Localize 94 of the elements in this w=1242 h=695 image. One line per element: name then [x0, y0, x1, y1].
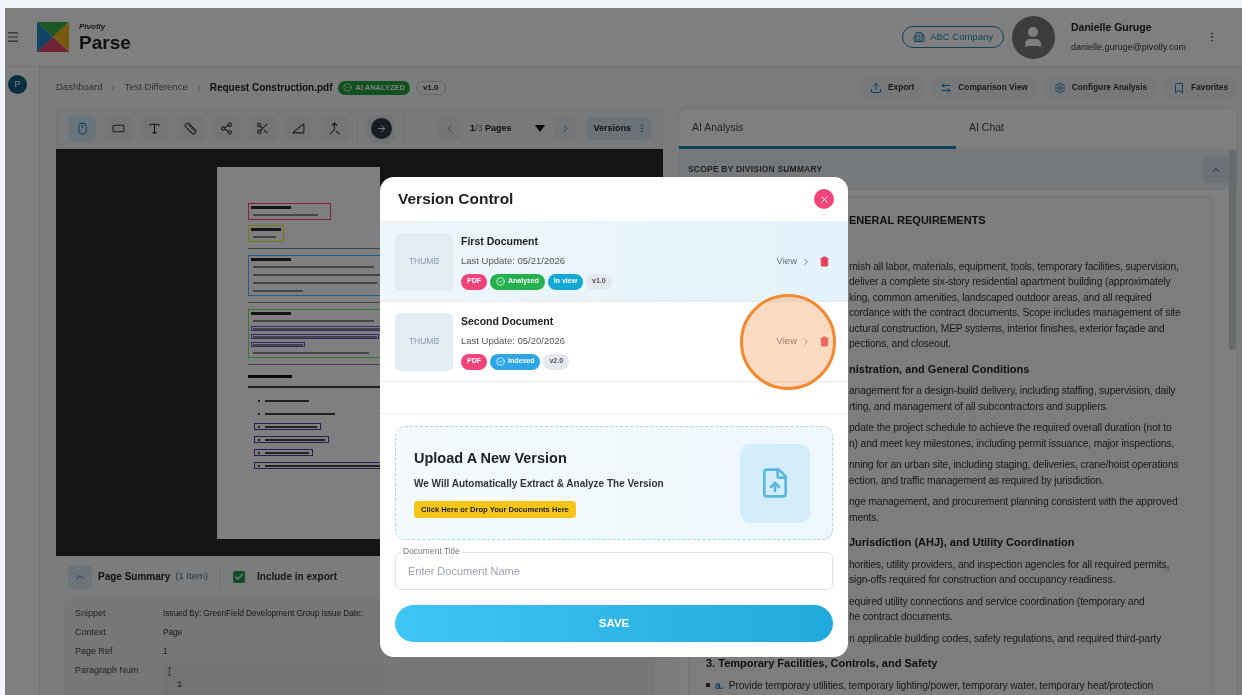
item-count: (1 Item) — [175, 569, 208, 584]
row-value: Page — [163, 626, 183, 639]
chevron-right-icon — [801, 256, 811, 267]
row-label: Snippet — [75, 607, 107, 620]
paragraph-text: anagement for a design-build delivery, including staffing, supervision, daily rting, and management of all subcontractors and suppliers. — [849, 384, 1176, 414]
view-link[interactable]: View — [776, 334, 811, 349]
tool-button[interactable] — [177, 115, 204, 142]
paragraph-text: nge management, and procurement planning consistent with the approved ments. — [849, 495, 1178, 525]
tool-button[interactable] — [249, 115, 276, 142]
dropdown-caret-icon[interactable] — [534, 125, 545, 132]
rectangle-icon — [112, 122, 125, 135]
section-heading: nistration, and General Conditions — [849, 361, 1030, 377]
upload-subtitle: We Will Automatically Extract & Analyze The Version — [414, 476, 665, 491]
item-marker: a. — [715, 677, 724, 693]
check-icon — [496, 357, 505, 366]
user-avatar[interactable] — [1011, 15, 1055, 59]
versions-button[interactable]: Versions — [585, 117, 652, 140]
check-icon — [343, 83, 353, 92]
tool-button[interactable] — [213, 115, 240, 142]
breadcrumb-link[interactable]: Test Difference — [124, 80, 188, 95]
section-title: SCOPE BY DIVISION SUMMARY — [688, 163, 823, 176]
update-date: Last Update: 05/21/2026 — [461, 254, 567, 269]
item-text: Provide temporary utilities, temporary lighting/power, temporary water, temporary heat/protection — [728, 678, 1154, 693]
pinwheel-logo — [35, 20, 71, 54]
paragraph-text: n applicable building codes, safety regulations, and required third-party — [849, 631, 1161, 646]
tool-button[interactable] — [141, 115, 168, 142]
document-name: Second Document — [461, 313, 555, 329]
row-value: 1 — [163, 645, 168, 658]
upload-icon — [870, 81, 883, 94]
thumbnail: THUMB — [395, 232, 453, 291]
tool-button[interactable] — [321, 115, 348, 142]
row-label: Paragraph Num — [75, 664, 140, 677]
close-button[interactable] — [814, 189, 834, 209]
toolbar-button[interactable]: Comparison View — [930, 76, 1038, 99]
breadcrumb-link[interactable]: Dashboard — [56, 80, 103, 95]
chevron-right-icon — [801, 336, 811, 347]
document-name: First Document — [461, 233, 539, 249]
brand-title: Parse — [79, 32, 131, 52]
summary-title: Page Summary — [98, 570, 171, 584]
save-button[interactable]: SAVE — [395, 605, 833, 642]
toolbar-button[interactable]: Configure Analysis — [1043, 76, 1158, 99]
paragraph-text: equired utility connections and service coordination (temporary and he contract documents. — [849, 594, 1145, 624]
bullet-icon — [706, 683, 710, 688]
menu-icon[interactable] — [6, 30, 20, 44]
dialog-title: Version Control — [398, 189, 514, 210]
breadcrumb-current: Request Construction.pdf — [209, 81, 333, 95]
update-date: Last Update: 05/20/2026 — [461, 334, 567, 349]
next-button[interactable] — [367, 114, 395, 143]
user-email: danielle.guruge@pivotly.com — [1070, 40, 1186, 54]
row-label: Page Ref — [75, 645, 114, 658]
bookmark-icon — [1173, 81, 1186, 94]
check-icon — [234, 571, 244, 582]
code-line: [ — [167, 666, 173, 679]
scrollbar-thumb[interactable] — [1229, 150, 1236, 350]
section-heading: 3. Temporary Facilities, Controls, and Safety — [706, 656, 938, 671]
row-value: Issued By: GreenField Development Group Issue Date: — [163, 607, 363, 620]
page-indicator: 1/3 Pages — [470, 121, 512, 135]
panel-tab[interactable]: AI Chat — [956, 109, 1233, 149]
code-line: 1 — [177, 679, 183, 692]
tool-button[interactable] — [285, 115, 312, 142]
heading-line — [248, 375, 292, 378]
merge-arrow-icon — [328, 122, 341, 135]
checkbox-label: Include in export — [257, 570, 337, 584]
field-label: Document Title — [401, 546, 462, 557]
upload-title: Upload A New Version — [414, 449, 568, 469]
view-link[interactable]: View — [776, 254, 811, 269]
swap-arrows-icon — [940, 81, 953, 94]
close-icon — [818, 193, 830, 205]
toolbar-button[interactable]: Export — [860, 76, 925, 99]
building-icon — [913, 31, 926, 43]
paragraph-text: pdate the project schedule to achieve the required overall duration (not to n) and meet key milestones, including permit issuance, major inspections, — [849, 421, 1174, 451]
paragraph-text: horities, utility providers, and inspection agencies for all required permits, sign-offs required for construction and occupancy readiness. — [849, 557, 1170, 587]
include-checkbox[interactable] — [233, 570, 245, 583]
tool-button[interactable] — [105, 115, 132, 142]
scissors-icon — [256, 122, 269, 135]
toolbar-button[interactable]: Favorites — [1163, 76, 1238, 99]
check-icon — [496, 277, 505, 286]
paragraph-text: nning for an urban site, including staging, deliveries, crane/hoist operations ection, and traffic management as required by jurisdiction. — [849, 458, 1179, 488]
connector-icon — [220, 122, 233, 135]
arrow-right-icon — [375, 123, 387, 134]
settings-icon — [1053, 81, 1066, 94]
row-label: Context — [75, 626, 108, 639]
brand-subtitle: Pivotly — [79, 22, 107, 31]
text-icon — [148, 122, 161, 135]
paragraph-text: rnish all labor, materials, equipment, tools, temporary facilities, supervision, deliver a complete six-story residential apartment building (approximately king, common amenities, landscaped outdoor areas, and all required cordance with the contract documents. Scope includes management of site uctural construction, MEP systems, interior finishes, exterior façade and pections, and closeout. — [849, 259, 1181, 351]
thumbnail: THUMB — [395, 312, 453, 371]
trash-icon[interactable] — [819, 336, 830, 347]
tool-button[interactable] — [69, 115, 96, 142]
user-name: Danielle Guruge — [1070, 19, 1153, 35]
section-heading: ENERAL REQUIREMENTS — [849, 213, 986, 228]
section-heading: Jurisdiction (AHJ), and Utility Coordination — [849, 535, 1075, 550]
ruler-icon — [184, 122, 197, 135]
trash-icon[interactable] — [819, 256, 830, 267]
mouse-icon — [76, 122, 89, 135]
